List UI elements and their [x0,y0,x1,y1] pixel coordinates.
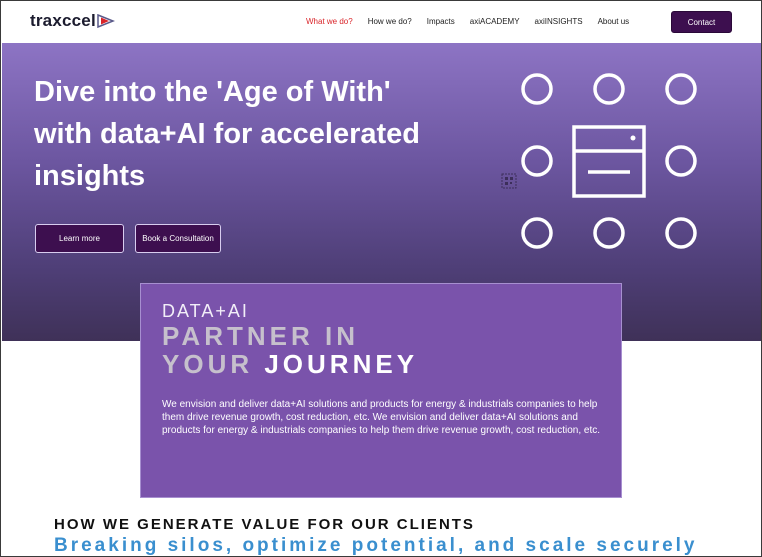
nav-item-impacts[interactable]: Impacts [427,17,455,26]
logo[interactable]: traxccel [30,11,115,31]
nav-item-axiacademy[interactable]: axiACADEMY [470,17,520,26]
main-nav: What we do? How we do? Impacts axiACADEMY ax… [306,17,644,26]
logo-text: traxccel [30,11,96,30]
nav-item-what-we-do[interactable]: What we do? [306,17,353,26]
card-heading-part: IN [324,321,359,351]
card-eyebrow: DATA+AI [162,301,249,321]
card-heading: PARTNER IN YOUR JOURNEY [162,322,418,378]
card-heading-part: JOURNEY [264,349,419,379]
nav-item-how-we-do[interactable]: How we do? [368,17,412,26]
value-section-subtitle: Breaking silos, optimize potential, and … [54,535,698,556]
play-triangle-icon [97,14,115,28]
card-body-text: We envision and deliver data+AI solution… [162,399,601,436]
qr-code-icon [501,173,517,189]
card-heading-part: YOUR [162,349,265,379]
hero-title: Dive into the 'Age of With' with data+AI… [34,76,420,192]
book-consultation-button[interactable]: Book a Consultation [135,224,221,253]
server-network-icon [521,73,697,249]
nav-item-about-us[interactable]: About us [598,17,630,26]
learn-more-button[interactable]: Learn more [35,224,124,253]
site-header: traxccel What we do? How we do? Impacts axi… [1,1,761,43]
nav-item-axiinsights[interactable]: axiINSIGHTS [535,17,583,26]
value-section-title: HOW WE GENERATE VALUE FOR OUR CLIENTS [54,516,475,533]
contact-button[interactable]: Contact [671,11,732,33]
partner-card: DATA+AI PARTNER IN YOUR JOURNEY We envis… [140,283,622,498]
card-heading-part: PARTNER [162,321,325,351]
page: traxccel What we do? How we do? Impacts axi… [0,0,762,557]
